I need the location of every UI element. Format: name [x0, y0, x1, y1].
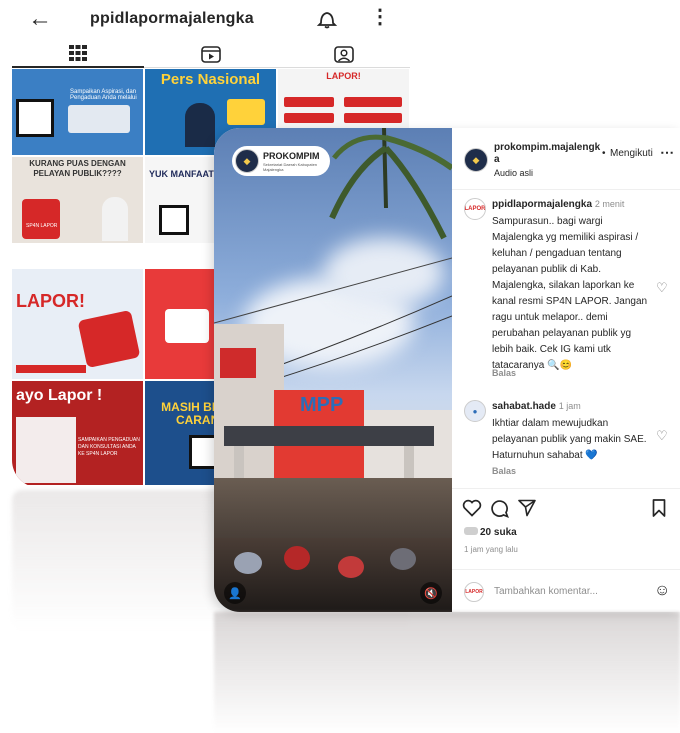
tagged-user-icon[interactable]: 👤 [224, 582, 246, 604]
comment-1-time: 2 menit [594, 199, 625, 209]
liker-avatars [464, 527, 478, 535]
post-card: MPP ◆ PROKOMPIM Sekretariat Daerah Kabup… [214, 128, 680, 612]
comment-1-reply[interactable]: Balas [492, 368, 516, 378]
grid-post-1[interactable]: Sampaikan Aspirasi, dan Pengaduan Anda m… [12, 69, 143, 155]
share-icon[interactable] [518, 499, 536, 517]
comment-2-like-icon[interactable]: ♡ [656, 428, 668, 444]
mute-icon[interactable]: 🔇 [420, 582, 442, 604]
grid-icon [69, 45, 87, 61]
comment-2-user[interactable]: sahabat.hade [492, 401, 556, 412]
bell-icon[interactable] [316, 9, 338, 29]
header-dot: • [602, 148, 606, 159]
post-reflection [214, 612, 680, 733]
comment-2-text: Ikhtiar dalam mewujudkan pelayanan publi… [492, 418, 647, 461]
post-side-panel: ◆ prokompim.majalengka • Mengikuti ⋯ Aud… [452, 128, 680, 612]
prokompim-logo-icon: ◆ [235, 149, 259, 173]
post-account-name[interactable]: prokompim.majalengka [494, 142, 602, 166]
like-icon[interactable] [462, 499, 482, 517]
sp4n-label: SP4N LAPOR [26, 223, 58, 229]
comment-1-avatar[interactable]: LAPOR [464, 198, 486, 220]
comment-icon[interactable] [490, 499, 509, 518]
tab-grid[interactable] [12, 40, 144, 68]
grid-post-7-caption: LAPOR! [16, 291, 85, 311]
back-arrow-icon[interactable]: ← [28, 5, 52, 33]
screenshot-stage: ← ppidlapormajalengka ⋮ Sampaikan Aspira… [0, 0, 680, 733]
add-comment-input[interactable]: Tambahkan komentar... [494, 586, 598, 597]
profile-top-bar: ← ppidlapormajalengka ⋮ [12, 0, 410, 40]
grid-post-3-caption: LAPOR! [326, 71, 361, 81]
tab-tagged[interactable] [278, 40, 410, 68]
tab-reels[interactable] [145, 40, 277, 68]
emoji-icon[interactable]: ☺ [654, 582, 670, 600]
my-avatar: LAPOR [464, 582, 484, 602]
grid-post-10[interactable]: ayo Lapor ! SAMPAIKAN PENGADUAN DAN KONS… [12, 381, 143, 485]
profile-tabs [12, 40, 410, 68]
grid-post-7[interactable]: LAPOR! [12, 269, 143, 379]
comment-2-time: 1 jam [558, 401, 581, 411]
likes-count[interactable]: 20 suka [464, 527, 517, 538]
post-actions: 20 suka 1 jam yang lalu LAPOR Tambahkan … [452, 488, 680, 612]
grid-post-10-caption: ayo Lapor ! [16, 387, 103, 404]
more-options-icon[interactable]: ⋮ [370, 4, 390, 30]
account-avatar[interactable]: ◆ [464, 148, 488, 172]
post-time: 1 jam yang lalu [464, 545, 518, 554]
add-comment-row: LAPOR Tambahkan komentar... ☺ [452, 569, 680, 612]
following-button[interactable]: Mengikuti [610, 148, 653, 159]
grid-post-2-caption: Pers Nasional [160, 71, 261, 88]
grid-post-4-caption: KURANG PUAS DENGAN PELAYAN PUBLIK???? [29, 159, 126, 178]
post-photo[interactable]: MPP ◆ PROKOMPIM Sekretariat Daerah Kabup… [214, 128, 452, 612]
prokompim-badge: ◆ PROKOMPIM Sekretariat Daerah Kabupaten… [232, 146, 330, 176]
grid-post-4[interactable]: KURANG PUAS DENGAN PELAYAN PUBLIK???? SP… [12, 157, 143, 243]
tagged-icon [334, 45, 354, 63]
post-more-icon[interactable]: ⋯ [660, 144, 674, 161]
comment-1-like-icon[interactable]: ♡ [656, 280, 668, 296]
grid-post-10-text: SAMPAIKAN PENGADUAN DAN KONSULTASI ANDA … [78, 437, 140, 457]
comment-2-head: sahabat.hade 1 jam [492, 400, 660, 413]
badge-subtitle: Sekretariat Daerah Kabupaten Majalengka [263, 162, 318, 172]
profile-username: ppidlapormajalengka [90, 10, 254, 27]
comment-1-head: ppidlapormajalengka 2 menit [492, 198, 660, 211]
grid-post-1-text: Sampaikan Aspirasi, dan Pengaduan Anda m… [70, 89, 137, 101]
save-icon[interactable] [652, 499, 666, 517]
comment-1-user[interactable]: ppidlapormajalengka [492, 199, 592, 210]
comment-1-text: Sampurasun.. bagi wargi Majalengka yg me… [492, 216, 648, 371]
comment-2-avatar[interactable]: ● [464, 400, 486, 422]
building-sign: MPP [300, 394, 344, 416]
reels-icon [201, 45, 221, 63]
audio-label[interactable]: Audio asli [494, 168, 533, 178]
badge-title: PROKOMPIM [263, 151, 320, 161]
post-header: ◆ prokompim.majalengka • Mengikuti ⋯ Aud… [452, 128, 680, 190]
comment-2-reply[interactable]: Balas [492, 466, 516, 476]
